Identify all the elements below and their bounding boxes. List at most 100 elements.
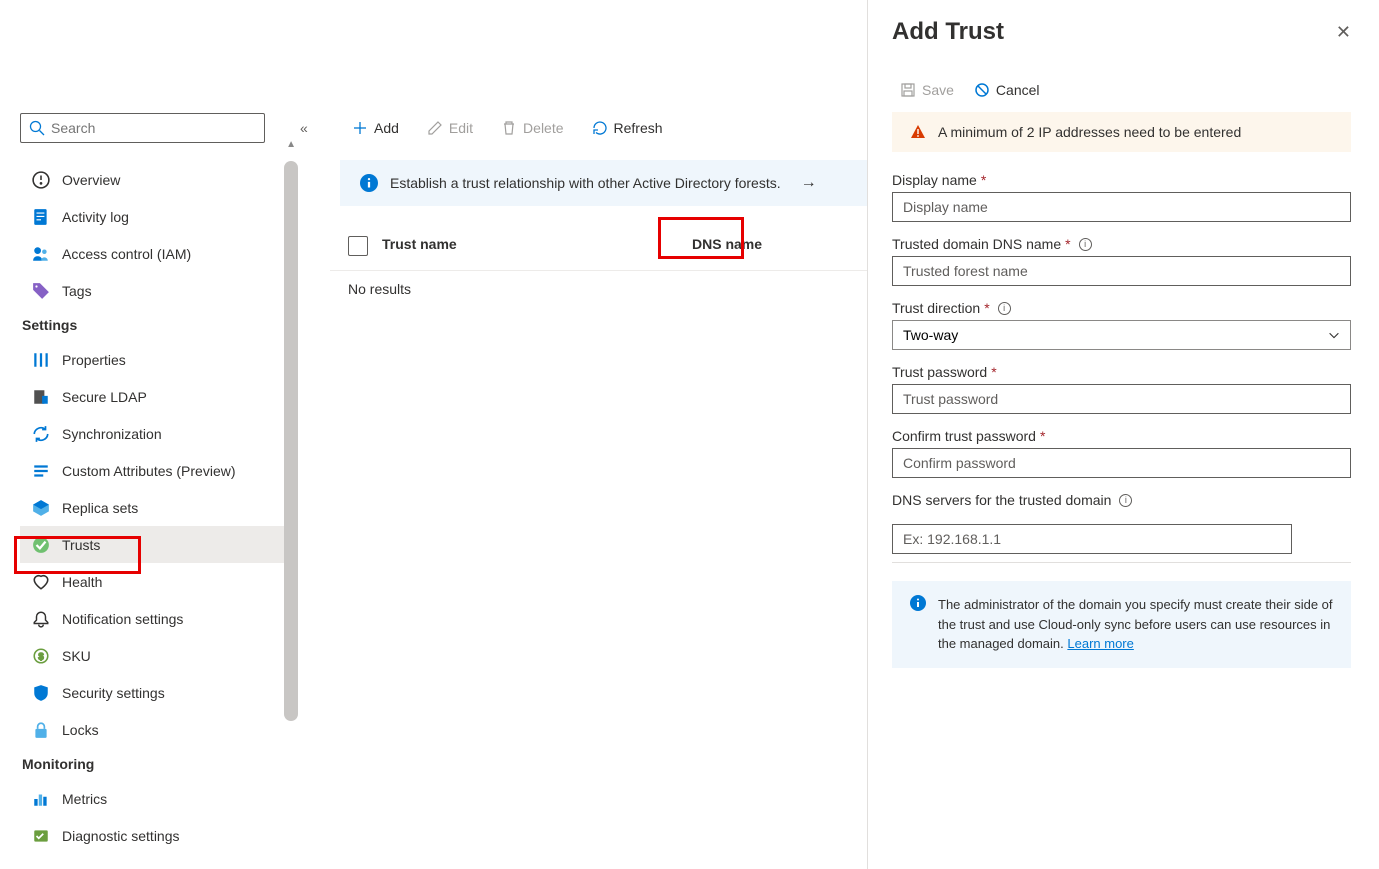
nav-replica-sets[interactable]: Replica sets xyxy=(20,489,286,526)
diagnostic-icon xyxy=(32,827,50,845)
col-trust-name[interactable]: Trust name xyxy=(382,236,692,256)
display-name-input[interactable] xyxy=(892,192,1351,222)
cancel-button[interactable]: Cancel xyxy=(974,82,1040,98)
nav-activity-log[interactable]: Activity log xyxy=(20,198,286,235)
nav-label: Notification settings xyxy=(62,611,183,627)
save-icon xyxy=(900,82,916,98)
field-dns-servers: DNS servers for the trusted domain i xyxy=(892,492,1351,563)
select-all-checkbox[interactable] xyxy=(348,236,368,256)
info-text: The administrator of the domain you spec… xyxy=(938,597,1333,651)
info-icon[interactable]: i xyxy=(1079,238,1092,251)
nav-list: ▲ Overview Activity log Access control (… xyxy=(20,161,286,854)
nav-overview[interactable]: Overview xyxy=(20,161,286,198)
nav-metrics[interactable]: Metrics xyxy=(20,780,286,817)
nav-label: Secure LDAP xyxy=(62,389,147,405)
svg-text:$: $ xyxy=(38,651,43,661)
banner-text: Establish a trust relationship with othe… xyxy=(390,175,781,191)
label: Trust password xyxy=(892,364,987,380)
nav-notifications[interactable]: Notification settings xyxy=(20,600,286,637)
scrollbar-thumb[interactable] xyxy=(284,161,298,721)
panel-header: Add Trust ✕ xyxy=(892,18,1351,46)
refresh-button[interactable]: Refresh xyxy=(580,114,675,142)
edit-button[interactable]: Edit xyxy=(415,114,485,142)
nav-label: Security settings xyxy=(62,685,165,701)
required-star: * xyxy=(1065,236,1070,252)
nav-label: Synchronization xyxy=(62,426,162,442)
save-label: Save xyxy=(922,82,954,98)
close-button[interactable]: ✕ xyxy=(1336,22,1351,43)
nav-tags[interactable]: Tags xyxy=(20,272,286,309)
trust-direction-select[interactable]: Two-way xyxy=(892,320,1351,350)
refresh-label: Refresh xyxy=(614,120,663,136)
lock-icon xyxy=(32,721,50,739)
collapse-sidebar-icon[interactable]: « xyxy=(300,120,308,136)
nav-label: Locks xyxy=(62,722,99,738)
nav-label: Health xyxy=(62,574,102,590)
nav-diagnostic[interactable]: Diagnostic settings xyxy=(20,817,286,854)
nav-label: Activity log xyxy=(62,209,129,225)
required-star: * xyxy=(984,300,989,316)
info-icon xyxy=(910,595,926,611)
info-box: The administrator of the domain you spec… xyxy=(892,581,1351,668)
nav-synchronization[interactable]: Synchronization xyxy=(20,415,286,452)
delete-button[interactable]: Delete xyxy=(489,114,575,142)
dns-server-input[interactable] xyxy=(892,524,1292,554)
info-icon xyxy=(360,174,378,192)
label: Trust direction xyxy=(892,300,980,316)
nav-trusts[interactable]: Trusts xyxy=(20,526,286,563)
add-button[interactable]: Add xyxy=(340,114,411,142)
warning-text: A minimum of 2 IP addresses need to be e… xyxy=(938,124,1241,140)
delete-label: Delete xyxy=(523,120,563,136)
nav-sku[interactable]: $ SKU xyxy=(20,637,286,674)
required-star: * xyxy=(981,172,986,188)
search-icon xyxy=(29,120,45,136)
sku-icon: $ xyxy=(32,647,50,665)
info-icon[interactable]: i xyxy=(1119,494,1132,507)
pencil-icon xyxy=(427,120,443,136)
log-icon xyxy=(32,208,50,226)
label: DNS servers for the trusted domain xyxy=(892,492,1111,508)
plus-icon xyxy=(352,120,368,136)
nav-label: Access control (IAM) xyxy=(62,246,191,262)
required-star: * xyxy=(991,364,996,380)
search-input[interactable] xyxy=(51,120,256,136)
panel-title: Add Trust xyxy=(892,18,1004,46)
metrics-icon xyxy=(32,790,50,808)
save-button[interactable]: Save xyxy=(900,82,954,98)
nav-label: Trusts xyxy=(62,537,100,553)
nav-health[interactable]: Health xyxy=(20,563,286,600)
iam-icon xyxy=(32,245,50,263)
info-text-wrapper: The administrator of the domain you spec… xyxy=(938,595,1333,654)
tag-icon xyxy=(32,282,50,300)
dns-name-input[interactable] xyxy=(892,256,1351,286)
nav-custom-attributes[interactable]: Custom Attributes (Preview) xyxy=(20,452,286,489)
add-label: Add xyxy=(374,120,399,136)
nav-secure-ldap[interactable]: Secure LDAP xyxy=(20,378,286,415)
trusts-icon xyxy=(32,536,50,554)
section-monitoring: Monitoring xyxy=(20,748,286,780)
search-input-wrapper[interactable] xyxy=(20,113,265,143)
required-star: * xyxy=(1040,428,1045,444)
nav-locks[interactable]: Locks xyxy=(20,711,286,748)
info-icon[interactable]: i xyxy=(998,302,1011,315)
field-display-name: Display name * xyxy=(892,172,1351,222)
field-confirm-password: Confirm trust password * xyxy=(892,428,1351,478)
replica-icon xyxy=(32,499,50,517)
nav-label: Overview xyxy=(62,172,120,188)
nav-properties[interactable]: Properties xyxy=(20,341,286,378)
nav-label: Tags xyxy=(62,283,92,299)
nav-security[interactable]: Security settings xyxy=(20,674,286,711)
arrow-icon[interactable]: → xyxy=(801,174,817,192)
nav-label: Custom Attributes (Preview) xyxy=(62,463,236,479)
field-trust-password: Trust password * xyxy=(892,364,1351,414)
nav-access-control[interactable]: Access control (IAM) xyxy=(20,235,286,272)
trust-password-input[interactable] xyxy=(892,384,1351,414)
bell-icon xyxy=(32,610,50,628)
label: Display name xyxy=(892,172,977,188)
col-dns-name[interactable]: DNS name xyxy=(692,236,762,256)
confirm-password-input[interactable] xyxy=(892,448,1351,478)
nav-label: Properties xyxy=(62,352,126,368)
learn-more-link[interactable]: Learn more xyxy=(1067,636,1133,651)
refresh-icon xyxy=(592,120,608,136)
add-trust-panel: Add Trust ✕ Save Cancel A minimum of 2 I… xyxy=(867,0,1379,869)
